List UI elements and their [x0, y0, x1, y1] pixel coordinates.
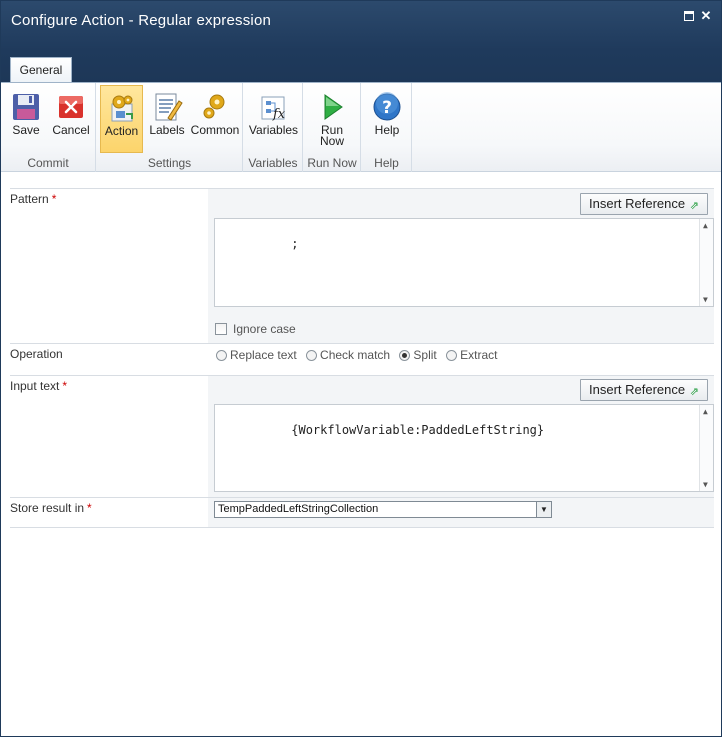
common-button[interactable]: Common [190, 85, 240, 153]
maximize-icon[interactable] [683, 10, 695, 22]
group-label-run-now: Run Now [307, 156, 357, 170]
action-gears-icon [111, 95, 133, 122]
cancel-button[interactable]: Cancel [49, 85, 93, 153]
ignore-case-checkbox[interactable] [215, 323, 227, 335]
ignore-case-option[interactable]: Ignore case [215, 322, 296, 336]
scroll-up-icon: ▲ [703, 221, 708, 230]
variables-fx-icon: fx [261, 96, 286, 122]
window-title: Configure Action - Regular expression [11, 12, 272, 29]
operation-label: Operation [10, 347, 63, 361]
floppy-disk-icon [13, 94, 39, 120]
pattern-scrollbar[interactable]: ▲ ▼ [699, 219, 713, 306]
help-button[interactable]: ? Help [365, 85, 409, 153]
group-label-help: Help [374, 156, 399, 170]
svg-text:?: ? [382, 98, 392, 118]
save-button[interactable]: Save [4, 85, 48, 153]
store-result-select[interactable]: TempPaddedLeftStringCollection ▼ [214, 501, 552, 518]
row-operation: Operation Replace text Check match Split… [10, 343, 714, 375]
pattern-insert-reference-button[interactable]: Insert Reference ⇗ [580, 193, 708, 215]
operation-radio-group: Replace text Check match Split Extract [216, 348, 503, 362]
radio-check-match[interactable]: Check match [306, 348, 390, 362]
labels-button[interactable]: Labels [146, 85, 188, 153]
scroll-down-icon: ▼ [703, 295, 708, 304]
radio-split[interactable]: Split [399, 348, 437, 362]
scroll-down-icon: ▼ [703, 480, 708, 489]
pattern-textarea[interactable]: ; ▲ ▼ [214, 218, 714, 307]
action-button[interactable]: Action [100, 85, 143, 153]
tab-general[interactable]: General [10, 57, 72, 82]
input-text-label: Input text * [10, 379, 68, 393]
scroll-up-icon: ▲ [703, 407, 708, 416]
close-icon[interactable]: ✕ [700, 9, 712, 22]
radio-extract[interactable]: Extract [446, 348, 497, 362]
ribbon: Save Cancel Commit Action Labels Common … [1, 82, 721, 172]
cancel-x-icon [59, 96, 83, 118]
ribbon-group-help: ? Help Help [362, 83, 412, 172]
group-label-variables: Variables [248, 156, 298, 170]
input-insert-reference-button[interactable]: Insert Reference ⇗ [580, 379, 708, 401]
input-text-textarea[interactable]: {WorkflowVariable:PaddedLeftString} ▲ ▼ [214, 404, 714, 492]
insert-arrow-icon: ⇗ [689, 386, 699, 398]
labels-document-icon [155, 93, 183, 121]
store-result-label: Store result in * [10, 501, 92, 515]
help-question-icon: ? [373, 92, 401, 121]
insert-arrow-icon: ⇗ [689, 200, 699, 212]
ribbon-group-run-now: Run Now Run Now [304, 83, 361, 172]
required-marker: * [62, 379, 68, 393]
play-icon [324, 94, 343, 120]
required-marker: * [51, 192, 57, 206]
group-label-commit: Commit [27, 156, 69, 170]
row-pattern: Pattern * Insert Reference ⇗ ; ▲ ▼ Ignore… [10, 188, 714, 343]
title-bar: Configure Action - Regular expression ✕ … [1, 1, 721, 83]
run-now-button[interactable]: Run Now [310, 85, 354, 153]
dropdown-arrow-icon[interactable]: ▼ [536, 502, 551, 517]
ribbon-group-variables: fx Variables Variables [244, 83, 303, 172]
pattern-label: Pattern * [10, 192, 57, 206]
radio-replace-text[interactable]: Replace text [216, 348, 297, 362]
row-store-result: Store result in * TempPaddedLeftStringCol… [10, 497, 714, 528]
group-label-settings: Settings [147, 156, 192, 170]
dialog-window: Configure Action - Regular expression ✕ … [0, 0, 722, 737]
input-text-scrollbar[interactable]: ▲ ▼ [699, 405, 713, 491]
common-gears-icon [203, 94, 225, 119]
row-input-text: Input text * Insert Reference ⇗ {Workflow… [10, 375, 714, 497]
variables-button[interactable]: fx Variables [246, 85, 301, 153]
ribbon-group-settings: Action Labels Common Settings [97, 83, 243, 172]
svg-text:fx: fx [272, 107, 286, 122]
required-marker: * [87, 501, 92, 515]
ribbon-group-commit: Save Cancel Commit [1, 83, 96, 172]
